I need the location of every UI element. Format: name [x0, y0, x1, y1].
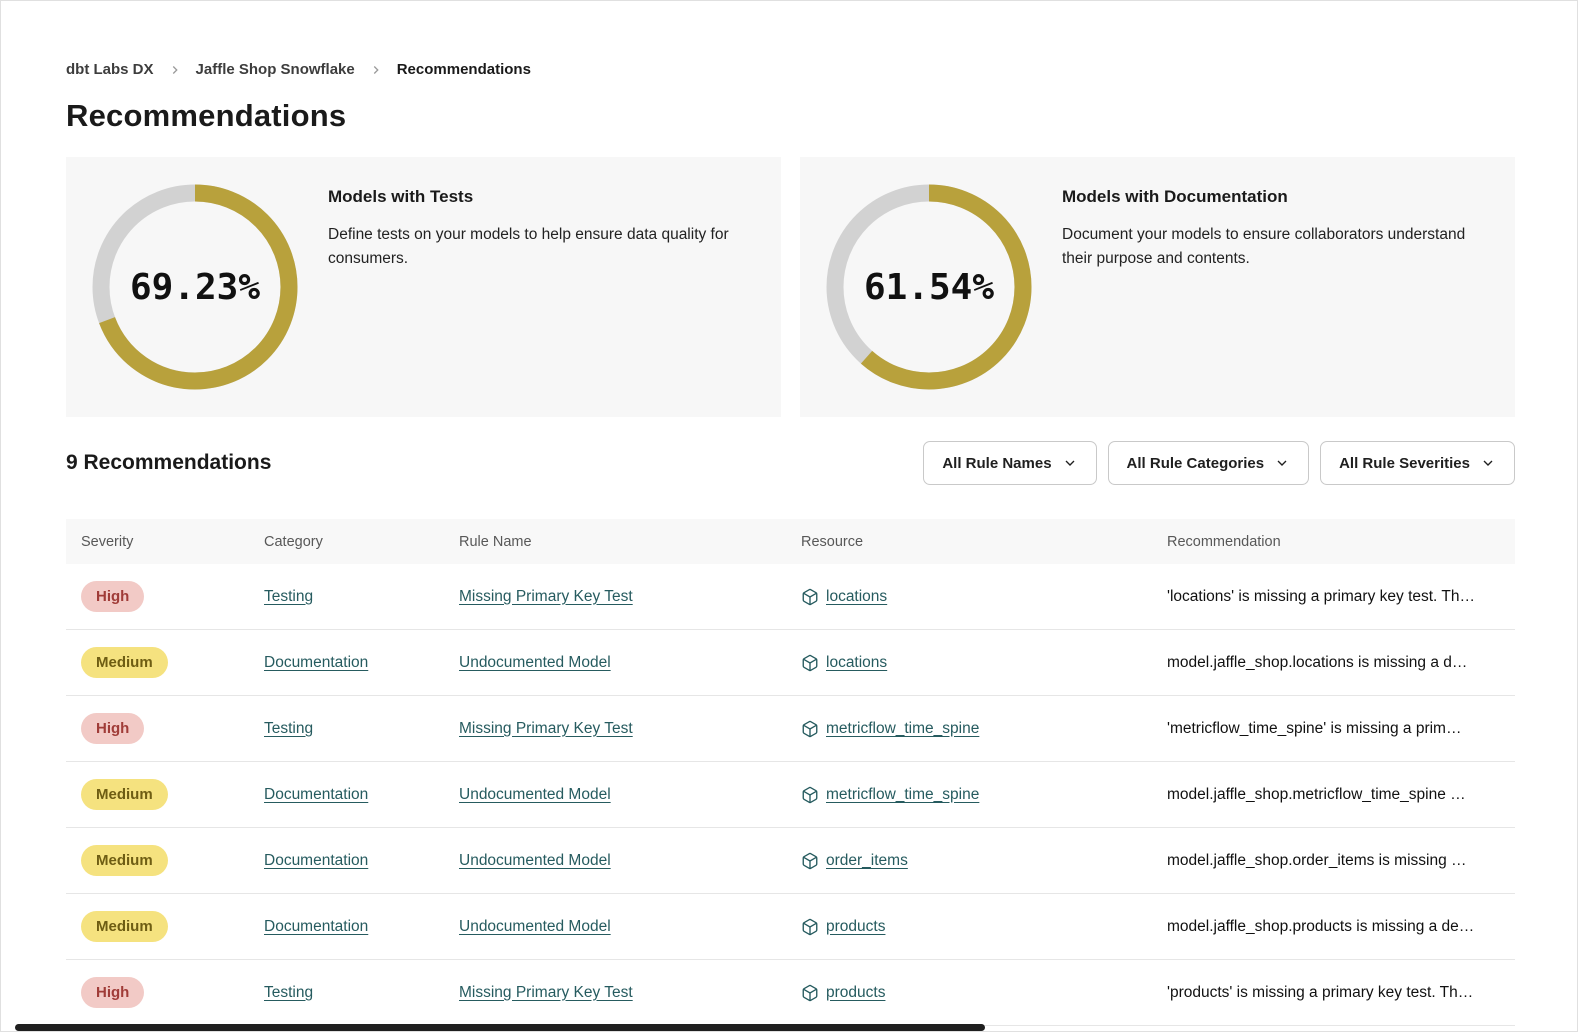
- recommendation-text: model.jaffle_shop.locations is missing a…: [1152, 654, 1515, 672]
- table-row: High Testing Missing Primary Key Test lo…: [66, 564, 1515, 630]
- table-row: High Testing Missing Primary Key Test pr…: [66, 960, 1515, 1026]
- filter-dropdowns: All Rule Names All Rule Categories All R…: [923, 441, 1515, 485]
- dropdown-label: All Rule Severities: [1339, 455, 1470, 472]
- recommendation-text: model.jaffle_shop.order_items is missing…: [1152, 852, 1515, 870]
- severity-badge: High: [81, 581, 144, 612]
- column-header-rule-name: Rule Name: [444, 534, 786, 550]
- card-description: Document your models to ensure collabora…: [1062, 223, 1485, 271]
- chevron-right-icon: [168, 63, 182, 77]
- resource-link[interactable]: products: [826, 918, 885, 936]
- rule-name-link[interactable]: Undocumented Model: [459, 852, 611, 869]
- breadcrumb-item-project[interactable]: Jaffle Shop Snowflake: [196, 61, 355, 78]
- model-cube-icon: [801, 654, 819, 672]
- rule-name-link[interactable]: Undocumented Model: [459, 654, 611, 671]
- app-window: dbt Labs DX Jaffle Shop Snowflake Recomm…: [0, 0, 1578, 1032]
- category-link[interactable]: Documentation: [264, 654, 368, 671]
- chevron-down-icon: [1274, 455, 1290, 471]
- category-link[interactable]: Testing: [264, 720, 313, 737]
- model-cube-icon: [801, 588, 819, 606]
- card-description: Define tests on your models to help ensu…: [328, 223, 751, 271]
- table-row: Medium Documentation Undocumented Model …: [66, 828, 1515, 894]
- resource-link[interactable]: metricflow_time_spine: [826, 786, 979, 804]
- table-header-row: Severity Category Rule Name Resource Rec…: [66, 519, 1515, 564]
- tests-percentage: 69.23%: [89, 181, 301, 393]
- rule-severities-filter-dropdown[interactable]: All Rule Severities: [1320, 441, 1515, 485]
- filter-row: 9 Recommendations All Rule Names All Rul…: [66, 441, 1515, 485]
- resource-link[interactable]: locations: [826, 654, 887, 672]
- breadcrumb-item-dbt-labs-dx[interactable]: dbt Labs DX: [66, 61, 154, 78]
- recommendation-text: model.jaffle_shop.products is missing a …: [1152, 918, 1515, 936]
- category-link[interactable]: Documentation: [264, 918, 368, 935]
- rule-categories-filter-dropdown[interactable]: All Rule Categories: [1108, 441, 1310, 485]
- breadcrumb: dbt Labs DX Jaffle Shop Snowflake Recomm…: [66, 61, 1515, 78]
- recommendation-text: 'products' is missing a primary key test…: [1152, 984, 1515, 1002]
- chevron-down-icon: [1062, 455, 1078, 471]
- resource-link[interactable]: metricflow_time_spine: [826, 720, 979, 738]
- chevron-right-icon: [369, 63, 383, 77]
- rule-name-link[interactable]: Undocumented Model: [459, 918, 611, 935]
- column-header-recommendation: Recommendation: [1152, 534, 1515, 550]
- table-row: Medium Documentation Undocumented Model …: [66, 762, 1515, 828]
- table-body: High Testing Missing Primary Key Test lo…: [66, 564, 1515, 1026]
- column-header-resource: Resource: [786, 534, 1152, 550]
- severity-badge: High: [81, 713, 144, 744]
- model-cube-icon: [801, 918, 819, 936]
- severity-badge: Medium: [81, 845, 168, 876]
- rule-name-link[interactable]: Missing Primary Key Test: [459, 588, 633, 605]
- documentation-percentage: 61.54%: [823, 181, 1035, 393]
- recommendations-table: Severity Category Rule Name Resource Rec…: [66, 519, 1515, 1026]
- models-with-documentation-card: 61.54% Models with Documentation Documen…: [800, 157, 1515, 417]
- recommendations-count: 9 Recommendations: [66, 451, 271, 475]
- column-header-category: Category: [249, 534, 444, 550]
- table-row: High Testing Missing Primary Key Test me…: [66, 696, 1515, 762]
- category-link[interactable]: Documentation: [264, 852, 368, 869]
- chevron-down-icon: [1480, 455, 1496, 471]
- documentation-donut-chart: 61.54%: [823, 181, 1035, 393]
- severity-badge: Medium: [81, 911, 168, 942]
- rule-name-link[interactable]: Missing Primary Key Test: [459, 984, 633, 1001]
- rule-names-filter-dropdown[interactable]: All Rule Names: [923, 441, 1096, 485]
- recommendation-text: model.jaffle_shop.metricflow_time_spine …: [1152, 786, 1515, 804]
- category-link[interactable]: Documentation: [264, 786, 368, 803]
- category-link[interactable]: Testing: [264, 984, 313, 1001]
- breadcrumb-item-current: Recommendations: [397, 61, 531, 78]
- category-link[interactable]: Testing: [264, 588, 313, 605]
- model-cube-icon: [801, 984, 819, 1002]
- recommendation-text: 'locations' is missing a primary key tes…: [1152, 588, 1515, 606]
- severity-badge: High: [81, 977, 144, 1008]
- severity-badge: Medium: [81, 647, 168, 678]
- resource-link[interactable]: locations: [826, 588, 887, 606]
- table-row: Medium Documentation Undocumented Model …: [66, 894, 1515, 960]
- dropdown-label: All Rule Categories: [1127, 455, 1265, 472]
- model-cube-icon: [801, 720, 819, 738]
- card-title: Models with Tests: [328, 187, 751, 207]
- severity-badge: Medium: [81, 779, 168, 810]
- card-title: Models with Documentation: [1062, 187, 1485, 207]
- model-cube-icon: [801, 852, 819, 870]
- recommendation-text: 'metricflow_time_spine' is missing a pri…: [1152, 720, 1515, 738]
- rule-name-link[interactable]: Undocumented Model: [459, 786, 611, 803]
- tests-donut-chart: 69.23%: [89, 181, 301, 393]
- summary-cards: 69.23% Models with Tests Define tests on…: [66, 157, 1515, 417]
- page-title: Recommendations: [66, 98, 1515, 134]
- column-header-severity: Severity: [66, 534, 249, 550]
- horizontal-scrollbar-thumb[interactable]: [15, 1024, 985, 1031]
- model-cube-icon: [801, 786, 819, 804]
- resource-link[interactable]: products: [826, 984, 885, 1002]
- rule-name-link[interactable]: Missing Primary Key Test: [459, 720, 633, 737]
- resource-link[interactable]: order_items: [826, 852, 908, 870]
- table-row: Medium Documentation Undocumented Model …: [66, 630, 1515, 696]
- dropdown-label: All Rule Names: [942, 455, 1051, 472]
- models-with-tests-card: 69.23% Models with Tests Define tests on…: [66, 157, 781, 417]
